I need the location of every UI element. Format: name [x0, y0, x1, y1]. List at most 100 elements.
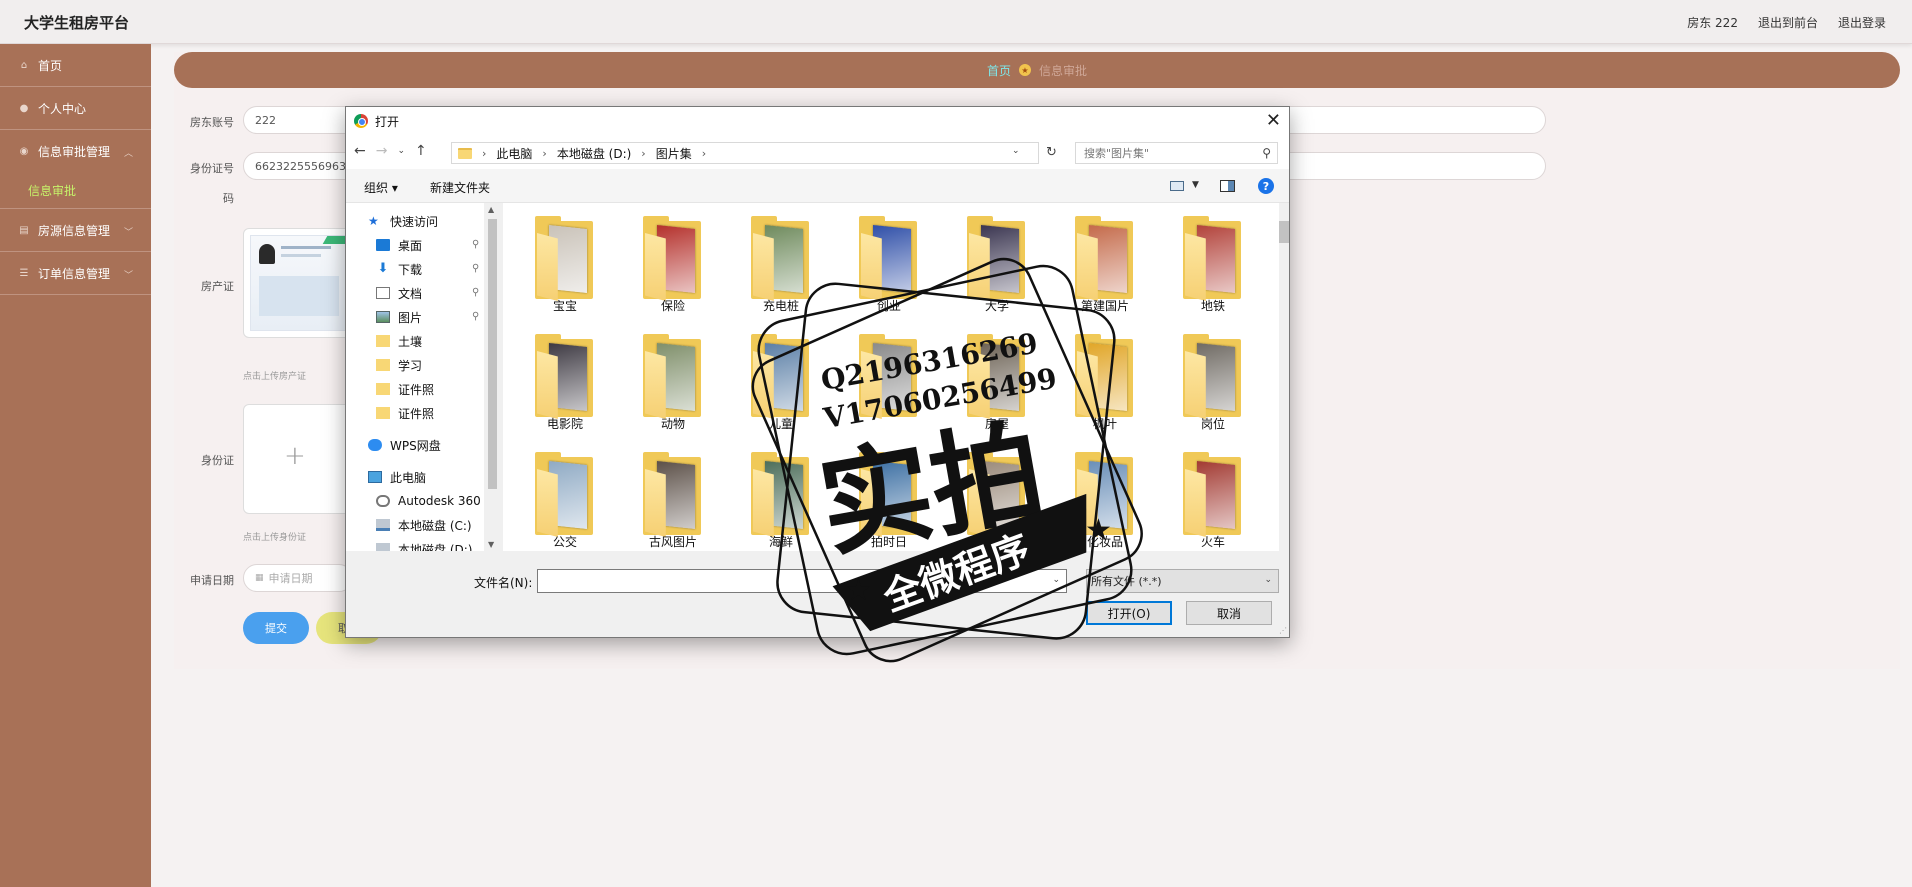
view-dropdown-icon[interactable]: ▼ — [1192, 180, 1199, 190]
refresh-icon[interactable]: ↻ — [1046, 145, 1057, 160]
file-item[interactable]: 拍时日 — [839, 449, 927, 551]
nav-item-label: 本地磁盘 (C:) — [398, 518, 472, 533]
path-breadcrumb[interactable]: › 此电脑 › 本地磁盘 (D:) › 图片集 › — [451, 142, 1039, 164]
file-item[interactable] — [947, 449, 1035, 551]
sidebar-item-profile[interactable]: ● 个人中心 — [0, 87, 151, 130]
dialog-titlebar[interactable]: 打开 ✕ — [346, 107, 1289, 135]
file-item[interactable]: 儿童 — [731, 331, 819, 441]
file-item[interactable] — [839, 331, 927, 441]
breadcrumb-home[interactable]: 首页 — [987, 62, 1011, 79]
file-item[interactable]: 动物 — [623, 331, 711, 441]
search-icon[interactable]: ⚲ — [1262, 146, 1271, 160]
id-card-hint: 点击上传身份证 — [243, 533, 307, 543]
file-item[interactable]: 地铁 — [1163, 213, 1251, 323]
file-item[interactable]: 化妆品 — [1055, 449, 1143, 551]
scroll-up-icon[interactable]: ▲ — [488, 205, 494, 214]
file-type-select[interactable]: 所有文件 (*.*) ⌄ — [1086, 569, 1279, 593]
nav-item-this-pc[interactable]: 此电脑 — [368, 465, 426, 489]
preview-pane-icon[interactable] — [1220, 180, 1235, 192]
nav-item-label: 土壤 — [398, 334, 423, 349]
pin-icon[interactable]: ⚲ — [472, 263, 479, 274]
pin-icon[interactable]: ⚲ — [472, 311, 479, 322]
file-item[interactable]: 第建国片 — [1055, 213, 1143, 323]
exit-to-front-link[interactable]: 退出到前台 — [1758, 14, 1818, 31]
search-input[interactable]: 搜索"图片集" ⚲ — [1075, 142, 1278, 164]
file-item[interactable]: 保险 — [623, 213, 711, 323]
nav-item-drive-c[interactable]: 本地磁盘 (C:) — [376, 513, 472, 537]
nav-scrollbar[interactable]: ▲ ▼ — [484, 203, 501, 551]
back-arrow-icon[interactable]: ← — [354, 143, 366, 159]
nav-item-autodesk[interactable]: Autodesk 360 — [376, 489, 481, 513]
view-mode-icon[interactable] — [1170, 181, 1184, 191]
logout-link[interactable]: 退出登录 — [1838, 14, 1886, 31]
file-item[interactable]: 电影院 — [515, 331, 603, 441]
file-list-scrollbar[interactable] — [1279, 203, 1289, 551]
nav-item-downloads[interactable]: ⬇ 下载 — [376, 257, 422, 281]
nav-item-folder[interactable]: 学习 — [376, 353, 422, 377]
id-card-upload[interactable]: + — [243, 404, 353, 514]
download-icon: ⬇ — [377, 261, 389, 276]
close-icon[interactable]: ✕ — [1266, 110, 1281, 131]
help-icon[interactable]: ? — [1258, 178, 1274, 194]
sidebar-item-listings[interactable]: ▤ 房源信息管理 ﹀ — [0, 209, 151, 252]
location-icon: ◉ — [19, 146, 29, 157]
apply-date-input[interactable]: ▦ 申请日期 — [243, 564, 353, 592]
nav-item-folder[interactable]: 证件照 — [376, 401, 434, 425]
folder-icon — [376, 335, 390, 347]
nav-item-pictures[interactable]: 图片 — [376, 305, 422, 329]
organize-button[interactable]: 组织 ▾ — [364, 179, 398, 196]
path-segment[interactable]: 此电脑 — [496, 145, 532, 162]
property-cert-upload[interactable] — [243, 228, 353, 338]
filename-input[interactable]: ⌄ — [537, 569, 1067, 593]
sidebar: ⌂ 首页 ● 个人中心 ◉ 信息审批管理 ︿ 信息审批 ▤ 房源信息管理 ﹀ ☰… — [0, 44, 151, 887]
nav-item-desktop[interactable]: 桌面 — [376, 233, 422, 257]
file-item[interactable]: 岗位 — [1163, 331, 1251, 441]
file-item[interactable]: 房屋 — [947, 331, 1035, 441]
sidebar-subitem-approval[interactable]: 信息审批 — [0, 173, 151, 209]
open-button[interactable]: 打开(O) — [1086, 601, 1172, 625]
scroll-thumb[interactable] — [1279, 221, 1289, 243]
pin-icon[interactable]: ⚲ — [472, 239, 479, 250]
sidebar-item-approval[interactable]: ◉ 信息审批管理 ︿ — [0, 130, 151, 173]
file-item[interactable]: 火车 — [1163, 449, 1251, 551]
path-segment[interactable]: 图片集 — [656, 145, 692, 162]
header-actions: 房东 222 退出到前台 退出登录 — [1687, 14, 1886, 31]
up-arrow-icon[interactable]: ↑ — [415, 143, 427, 159]
file-item[interactable]: 海鲜 — [731, 449, 819, 551]
path-segment[interactable]: 本地磁盘 (D:) — [557, 145, 631, 162]
cancel-button[interactable]: 取消 — [1186, 601, 1272, 625]
nav-item-documents[interactable]: 文档 — [376, 281, 422, 305]
nav-item-wps-cloud[interactable]: WPS网盘 — [368, 433, 441, 457]
file-item[interactable]: 充电桩 — [731, 213, 819, 323]
scroll-down-icon[interactable]: ▼ — [488, 540, 494, 549]
nav-item-quick-access[interactable]: ★ 快速访问 — [368, 209, 438, 233]
nav-item-folder[interactable]: 土壤 — [376, 329, 422, 353]
file-item[interactable]: 公交 — [515, 449, 603, 551]
nav-item-label: 快速访问 — [390, 214, 439, 229]
file-item[interactable]: 创业 — [839, 213, 927, 323]
chevron-down-icon[interactable]: ⌄ — [1052, 575, 1060, 585]
sidebar-item-home[interactable]: ⌂ 首页 — [0, 44, 151, 87]
new-folder-button[interactable]: 新建文件夹 — [430, 179, 490, 196]
file-item-label: 公交 — [552, 535, 577, 549]
path-separator: › — [542, 146, 547, 160]
file-item-label: 地铁 — [1200, 299, 1225, 313]
scroll-thumb[interactable] — [488, 219, 497, 489]
sidebar-item-orders[interactable]: ☰ 订单信息管理 ﹀ — [0, 252, 151, 295]
submit-button[interactable]: 提交 — [243, 612, 309, 644]
file-item[interactable]: 宝宝 — [515, 213, 603, 323]
forward-arrow-icon[interactable]: → — [376, 143, 388, 159]
file-item-label: 充电桩 — [762, 299, 799, 313]
file-item[interactable]: 枫叶 — [1055, 331, 1143, 441]
nav-item-drive-d[interactable]: 本地磁盘 (D:) — [376, 537, 472, 551]
file-item[interactable]: 大学 — [947, 213, 1035, 323]
file-item[interactable]: 古风图片 — [623, 449, 711, 551]
resize-grip-icon[interactable]: ⋰ — [1279, 626, 1287, 635]
recent-dropdown-icon[interactable]: ⌄ — [397, 143, 405, 159]
folder-icon — [643, 452, 703, 537]
property-cert-label: 房产证 — [201, 280, 234, 293]
nav-item-folder[interactable]: 证件照 — [376, 377, 434, 401]
pin-icon[interactable]: ⚲ — [472, 287, 479, 298]
folder-icon — [967, 216, 1027, 301]
path-dropdown-icon[interactable]: ⌄ — [1012, 146, 1020, 156]
